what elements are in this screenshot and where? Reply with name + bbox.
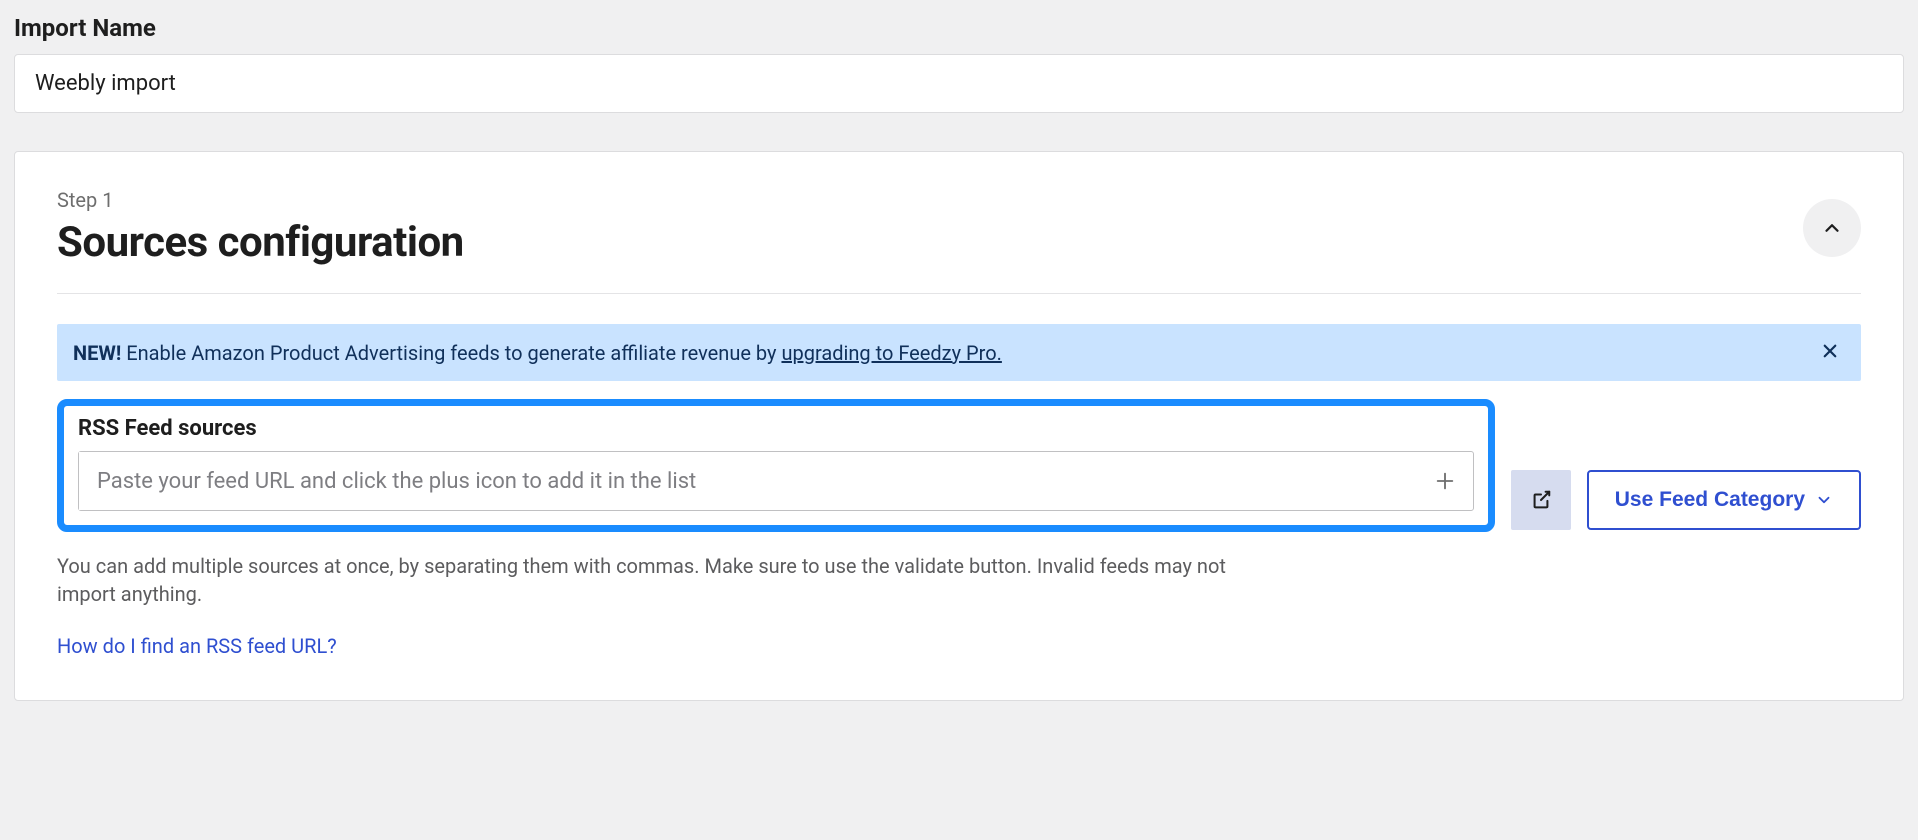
collapse-button[interactable] <box>1803 199 1861 257</box>
promo-banner: NEW! Enable Amazon Product Advertising f… <box>57 324 1861 381</box>
feed-url-input-group <box>78 451 1474 511</box>
divider <box>57 293 1861 294</box>
banner-text: Enable Amazon Product Advertising feeds … <box>121 341 781 365</box>
sources-config-card: Step 1 Sources configuration NEW! Enable… <box>14 151 1904 701</box>
chevron-down-icon <box>1815 491 1833 509</box>
feed-sources-label: RSS Feed sources <box>78 416 1474 441</box>
chevron-up-icon <box>1821 217 1843 239</box>
banner-close-button[interactable] <box>1815 338 1845 367</box>
use-feed-category-label: Use Feed Category <box>1615 488 1805 512</box>
add-feed-button[interactable] <box>1417 452 1473 510</box>
feed-url-input[interactable] <box>79 452 1417 510</box>
find-rss-link[interactable]: How do I find an RSS feed URL? <box>57 634 337 658</box>
close-icon <box>1821 342 1839 360</box>
import-name-input[interactable] <box>14 54 1904 113</box>
card-title: Sources configuration <box>57 218 1803 267</box>
plus-icon <box>1434 470 1456 492</box>
validate-feed-button[interactable] <box>1511 470 1571 530</box>
upgrade-link[interactable]: upgrading to Feedzy Pro. <box>781 341 1001 365</box>
step-label: Step 1 <box>57 188 1803 212</box>
use-feed-category-button[interactable]: Use Feed Category <box>1587 470 1861 530</box>
banner-new-badge: NEW! <box>73 341 121 365</box>
import-name-label: Import Name <box>14 14 1904 42</box>
feed-help-text: You can add multiple sources at once, by… <box>57 552 1237 608</box>
external-link-icon <box>1530 489 1552 511</box>
